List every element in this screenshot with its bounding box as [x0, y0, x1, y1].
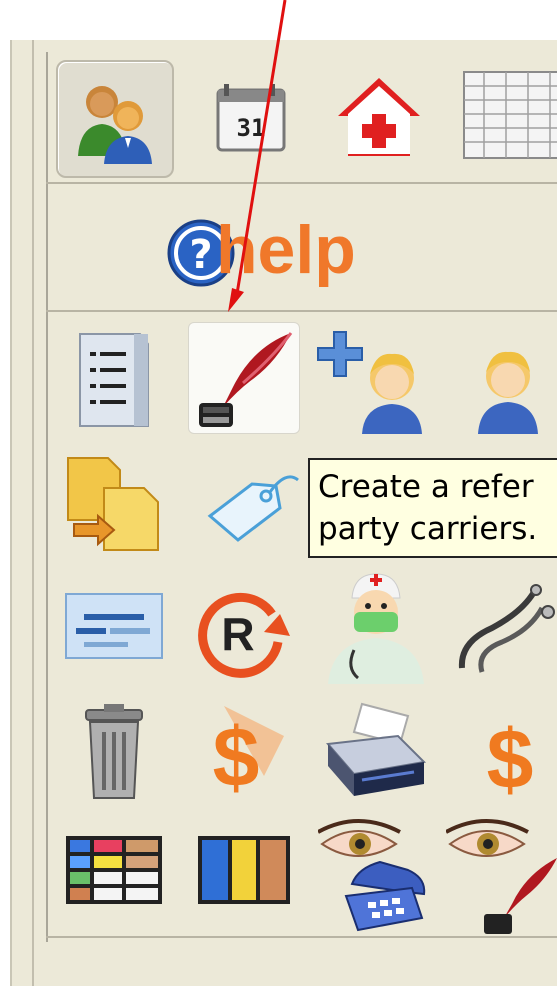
- application-window: 31 ? help R $ $ Create a refer party car…: [0, 0, 557, 986]
- annotation-arrow: [228, 0, 287, 312]
